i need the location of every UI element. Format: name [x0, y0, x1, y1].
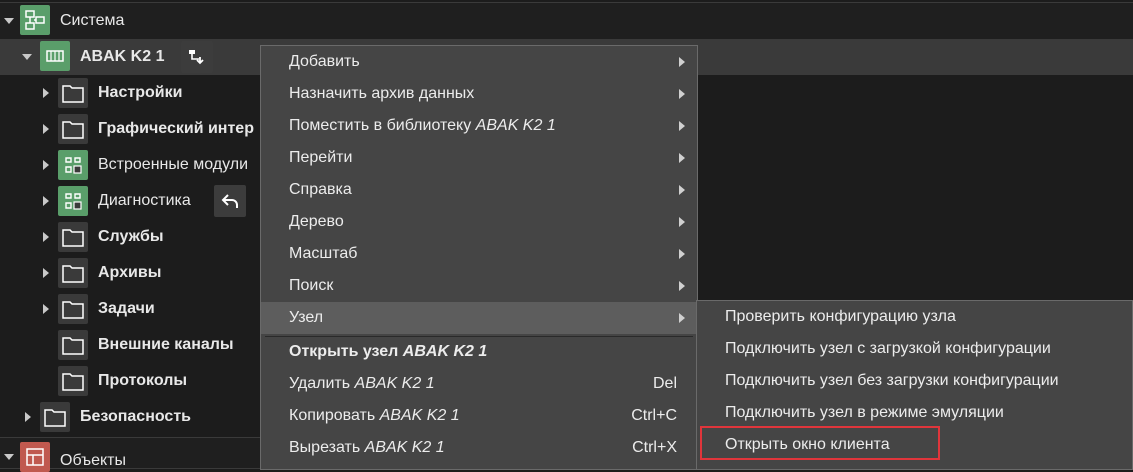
submenu-arrow-icon — [679, 281, 685, 291]
controller-icon — [40, 41, 70, 71]
node-submenu: Проверить конфигурацию узла Подключить уз… — [696, 300, 1133, 470]
tree-item-label: Настройки — [98, 84, 183, 101]
expand-arrow-icon[interactable] — [43, 88, 49, 98]
tree-row-system[interactable]: Система — [0, 2, 1133, 40]
submenu-item[interactable]: Подключить узел в режиме эмуляции — [697, 397, 1132, 429]
download-node-icon — [189, 50, 204, 65]
module-icon — [58, 150, 88, 180]
expand-arrow-icon[interactable] — [43, 268, 49, 278]
submenu-arrow-icon — [679, 249, 685, 259]
tree-item-label: Службы — [98, 228, 164, 245]
folder-icon — [58, 366, 88, 396]
folder-icon — [58, 258, 88, 288]
submenu-arrow-icon — [679, 57, 685, 67]
expand-arrow-icon[interactable] — [25, 412, 31, 422]
menu-item[interactable]: Назначить архив данных — [261, 78, 697, 110]
menu-item[interactable]: Перейти — [261, 142, 697, 174]
menu-item[interactable]: Добавить — [261, 46, 697, 78]
submenu-arrow-icon — [679, 185, 685, 195]
menu-item[interactable]: Масштаб — [261, 238, 697, 270]
tree-item-label: Диагностика — [98, 192, 191, 209]
submenu-item[interactable]: Подключить узел с загрузкой конфигурации — [697, 333, 1132, 365]
folder-icon — [40, 402, 70, 432]
expand-arrow-icon[interactable] — [43, 124, 49, 134]
tree-item-label: Графический интер — [98, 120, 254, 137]
submenu-arrow-icon — [679, 217, 685, 227]
expand-arrow-icon[interactable] — [4, 18, 14, 24]
menu-item[interactable]: Справка — [261, 174, 697, 206]
menu-item[interactable]: Узел — [261, 302, 697, 334]
tree-item-label: Встроенные модули — [98, 156, 249, 173]
submenu-item[interactable]: Проверить конфигурацию узла — [697, 301, 1132, 333]
node-action-button[interactable] — [181, 41, 213, 73]
tree-label-system: Система — [60, 12, 125, 29]
menu-item-open-node[interactable]: Открыть узел ABAK K2 1 — [261, 336, 697, 368]
submenu-arrow-icon — [679, 121, 685, 131]
shortcut-label: Ctrl+C — [631, 407, 677, 424]
expand-arrow-icon[interactable] — [43, 160, 49, 170]
menu-item-copy[interactable]: Копировать ABAK K2 1 Ctrl+C — [261, 400, 697, 432]
submenu-arrow-icon — [679, 89, 685, 99]
folder-icon — [58, 294, 88, 324]
highlight-box — [700, 426, 940, 460]
shortcut-label: Del — [652, 375, 677, 392]
context-menu: Добавить Назначить архив данных Поместить … — [260, 45, 698, 470]
submenu-item[interactable]: Подключить узел без загрузки конфигураци… — [697, 365, 1132, 397]
shortcut-label: Ctrl+X — [632, 439, 677, 456]
menu-item[interactable]: Поиск — [261, 270, 697, 302]
tree-label-node: ABAK K2 1 — [80, 48, 165, 65]
menu-item[interactable]: Дерево — [261, 206, 697, 238]
tree-item-label: Задачи — [98, 300, 155, 317]
expand-arrow-icon[interactable] — [43, 232, 49, 242]
tree-item-label: Протоколы — [98, 372, 188, 389]
tree-item-label: Архивы — [98, 264, 162, 281]
folder-icon — [58, 330, 88, 360]
objects-icon — [20, 442, 50, 472]
tree-label-security: Безопасность — [80, 408, 191, 425]
folder-icon — [58, 78, 88, 108]
tree-label-objects: Объекты — [60, 452, 126, 469]
module-icon — [58, 186, 88, 216]
tree-item-label: Внешние каналы — [98, 336, 234, 353]
back-button[interactable] — [214, 185, 246, 217]
undo-arrow-icon — [221, 194, 238, 208]
expand-arrow-icon[interactable] — [4, 454, 14, 460]
submenu-arrow-icon — [679, 313, 685, 323]
expand-arrow-icon[interactable] — [22, 54, 32, 60]
menu-item-cut[interactable]: Вырезать ABAK K2 1 Ctrl+X — [261, 432, 697, 464]
folder-icon — [58, 114, 88, 144]
system-icon — [20, 5, 50, 35]
folder-icon — [58, 222, 88, 252]
submenu-arrow-icon — [679, 153, 685, 163]
menu-item-delete[interactable]: Удалить ABAK K2 1 Del — [261, 368, 697, 400]
menu-item[interactable]: Поместить в библиотеку ABAK K2 1 — [261, 110, 697, 142]
expand-arrow-icon[interactable] — [43, 196, 49, 206]
expand-arrow-icon[interactable] — [43, 304, 49, 314]
